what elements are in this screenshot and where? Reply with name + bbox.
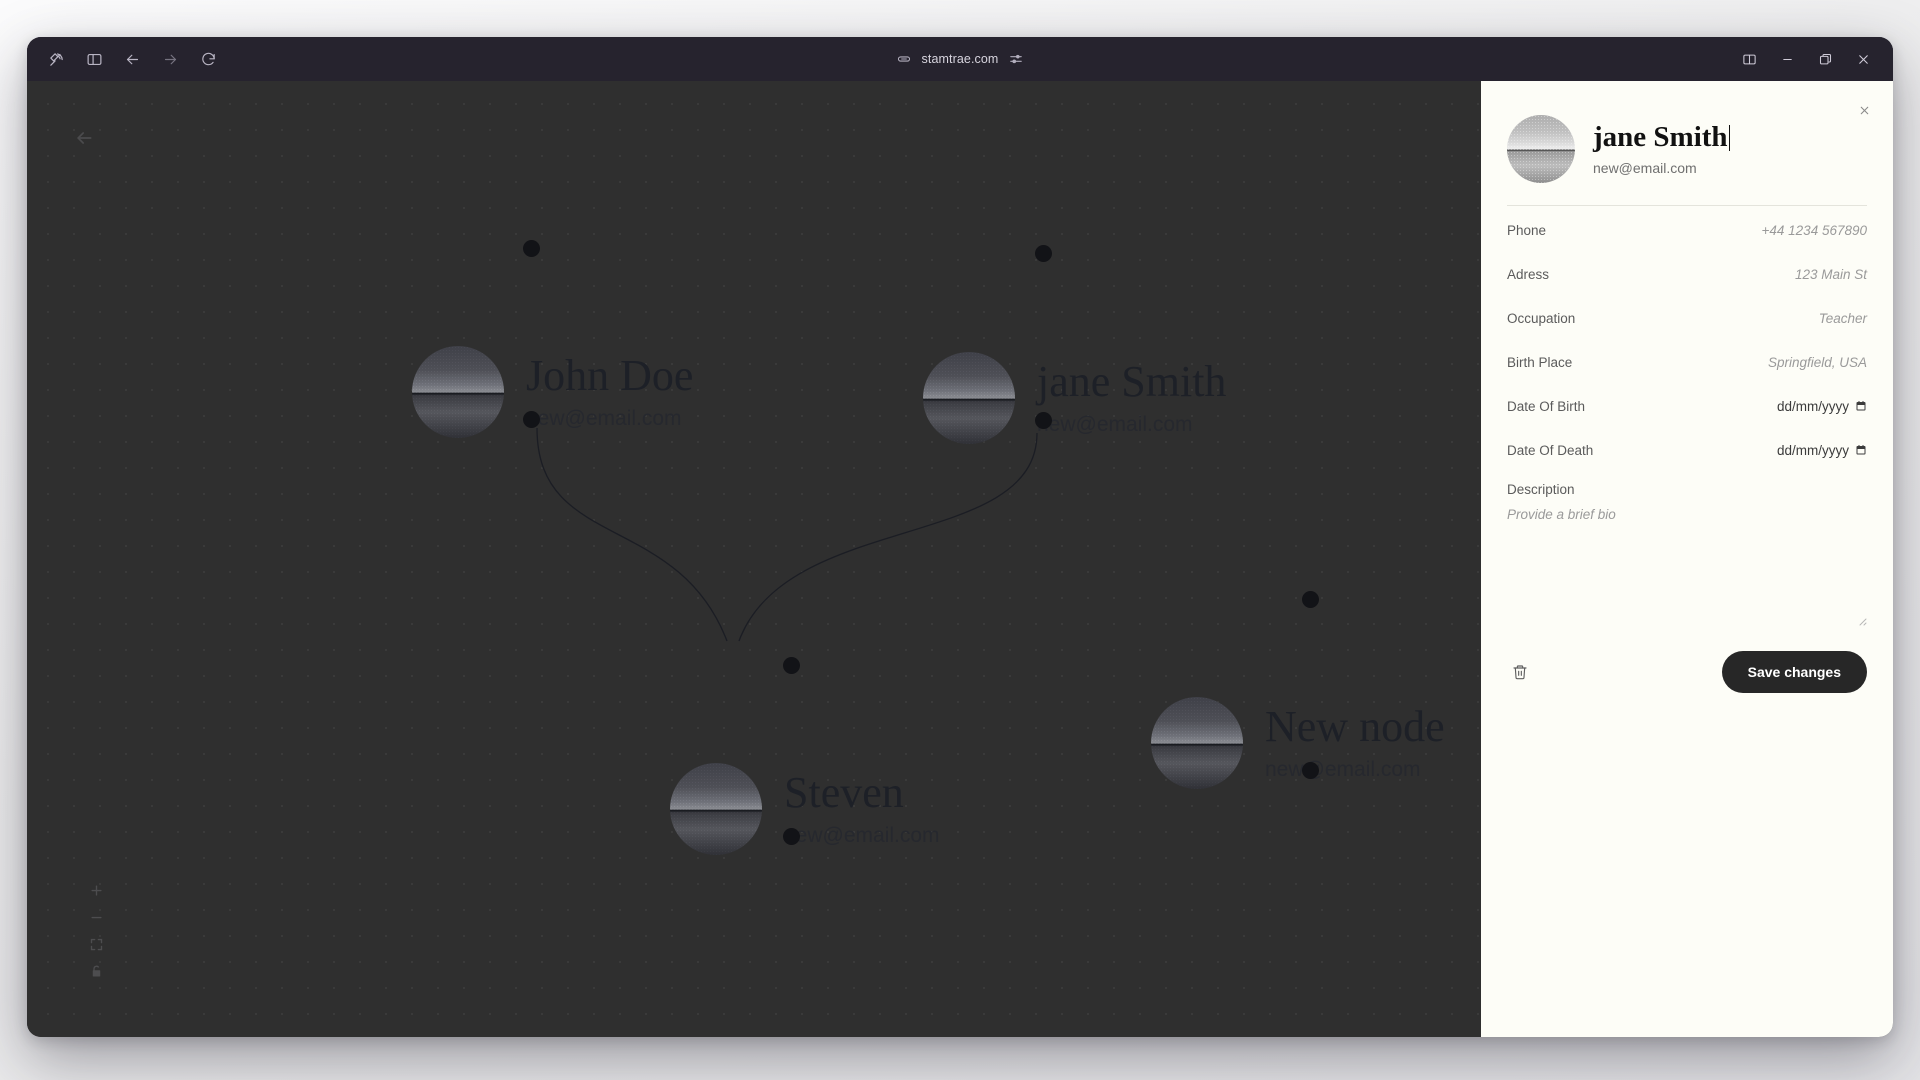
node-handle-top[interactable] xyxy=(1302,591,1319,608)
panel-close-icon[interactable] xyxy=(1853,99,1875,121)
calendar-icon[interactable] xyxy=(1855,444,1867,456)
node-email: new@email.com xyxy=(1037,413,1193,437)
node-handle-top[interactable] xyxy=(1035,245,1052,262)
graph-node-john[interactable]: John Doe new@email.com xyxy=(412,240,694,438)
panel-footer: Save changes xyxy=(1507,651,1867,693)
panel-header: jane Smith new@email.com xyxy=(1507,107,1867,185)
graph-node-steven[interactable]: Steven new@email.com xyxy=(670,657,940,855)
trash-icon[interactable] xyxy=(1507,659,1533,685)
date-input-death[interactable]: dd/mm/yyyy xyxy=(1777,443,1867,458)
field-phone[interactable]: Phone +44 1234 567890 xyxy=(1507,208,1867,252)
node-name: Steven xyxy=(784,767,904,817)
app-content: John Doe new@email.com jane Smith new@em… xyxy=(27,81,1893,1037)
description-label: Description xyxy=(1507,482,1575,497)
node-meta: John Doe new@email.com xyxy=(526,350,694,431)
maximize-icon[interactable] xyxy=(1807,44,1843,74)
zoom-out-icon[interactable] xyxy=(81,904,111,931)
field-value[interactable]: 123 Main St xyxy=(1795,267,1867,282)
field-label: Birth Place xyxy=(1507,354,1573,370)
avatar xyxy=(923,352,1015,444)
field-value[interactable]: Springfield, USA xyxy=(1768,355,1867,370)
panel-identity: jane Smith new@email.com xyxy=(1593,121,1731,176)
url-text: stamtrae.com xyxy=(921,52,999,66)
split-pane-icon[interactable] xyxy=(1731,44,1767,74)
graph-node-new[interactable]: New node new@email.com xyxy=(1151,591,1445,789)
toolbar-left-group xyxy=(39,44,225,74)
graph-node-jane[interactable]: jane Smith new@email.com xyxy=(923,245,1227,444)
panel-divider xyxy=(1507,205,1867,206)
save-changes-button[interactable]: Save changes xyxy=(1721,651,1867,693)
node-handle-bottom[interactable] xyxy=(1302,762,1319,779)
node-email: new@email.com xyxy=(526,407,682,431)
description-textarea[interactable]: Provide a brief bio xyxy=(1507,507,1867,626)
node-handle-top[interactable] xyxy=(783,657,800,674)
canvas-controls xyxy=(81,877,111,985)
date-value: dd/mm/yyyy xyxy=(1776,398,1849,414)
avatar[interactable] xyxy=(1507,115,1575,183)
close-icon[interactable] xyxy=(1845,44,1881,74)
person-name-text: jane Smith xyxy=(1593,121,1728,154)
field-address[interactable]: Adress 123 Main St xyxy=(1507,252,1867,296)
link-icon xyxy=(897,52,911,66)
field-label: Phone xyxy=(1507,222,1547,238)
avatar xyxy=(670,763,762,855)
text-cursor xyxy=(1728,124,1731,151)
date-input-birth[interactable]: dd/mm/yyyy xyxy=(1777,399,1867,414)
field-label: Adress xyxy=(1507,266,1550,282)
url-bar[interactable]: stamtrae.com xyxy=(887,49,1034,69)
field-date-of-birth[interactable]: Date Of Birth dd/mm/yyyy xyxy=(1507,384,1867,428)
field-date-of-death[interactable]: Date Of Death dd/mm/yyyy xyxy=(1507,428,1867,472)
description-placeholder: Provide a brief bio xyxy=(1507,507,1616,522)
field-birth-place[interactable]: Birth Place Springfield, USA xyxy=(1507,340,1867,384)
node-name: jane Smith xyxy=(1037,356,1227,406)
node-handle-top[interactable] xyxy=(523,240,540,257)
field-occupation[interactable]: Occupation Teacher xyxy=(1507,296,1867,340)
node-email: new@email.com xyxy=(784,824,940,848)
person-detail-panel: jane Smith new@email.com Phone +44 1234 … xyxy=(1481,81,1893,1037)
url-bar-center: stamtrae.com xyxy=(27,49,1893,69)
node-meta: jane Smith new@email.com xyxy=(1037,356,1227,437)
node-meta: Steven new@email.com xyxy=(784,767,940,848)
back-arrow-icon[interactable] xyxy=(115,44,149,74)
node-handle-bottom[interactable] xyxy=(783,828,800,845)
sliders-icon[interactable] xyxy=(1009,52,1023,66)
reload-icon[interactable] xyxy=(191,44,225,74)
field-label: Date Of Death xyxy=(1507,442,1594,458)
field-label: Occupation xyxy=(1507,310,1576,326)
browser-window: stamtrae.com John Doe new@email.com jane… xyxy=(27,37,1893,1037)
minimize-icon[interactable] xyxy=(1769,44,1805,74)
window-controls xyxy=(1731,44,1881,74)
zoom-in-icon[interactable] xyxy=(81,877,111,904)
graph-canvas[interactable]: John Doe new@email.com jane Smith new@em… xyxy=(27,81,1481,1037)
lock-icon[interactable] xyxy=(81,958,111,985)
browser-titlebar: stamtrae.com xyxy=(27,37,1893,81)
node-email: new@email.com xyxy=(1265,758,1421,782)
avatar xyxy=(1151,697,1243,789)
calendar-icon[interactable] xyxy=(1855,400,1867,412)
person-email[interactable]: new@email.com xyxy=(1593,160,1730,176)
resize-handle-icon[interactable] xyxy=(1855,613,1867,626)
field-value[interactable]: Teacher xyxy=(1819,311,1867,326)
node-name: John Doe xyxy=(526,350,694,400)
node-handle-bottom[interactable] xyxy=(1035,412,1052,429)
node-meta: New node new@email.com xyxy=(1265,701,1445,782)
graph-edges xyxy=(536,427,1038,642)
avatar xyxy=(412,346,504,438)
forward-arrow-icon[interactable] xyxy=(153,44,187,74)
date-value: dd/mm/yyyy xyxy=(1776,442,1849,458)
node-name: New node xyxy=(1265,701,1445,751)
sidebar-panel-icon[interactable] xyxy=(77,44,111,74)
node-handle-bottom[interactable] xyxy=(523,411,540,428)
satellite-icon[interactable] xyxy=(39,44,73,74)
fit-view-icon[interactable] xyxy=(81,931,111,958)
person-name-input[interactable]: jane Smith xyxy=(1593,121,1731,154)
field-label: Date Of Birth xyxy=(1507,398,1586,414)
field-value[interactable]: +44 1234 567890 xyxy=(1762,223,1867,238)
